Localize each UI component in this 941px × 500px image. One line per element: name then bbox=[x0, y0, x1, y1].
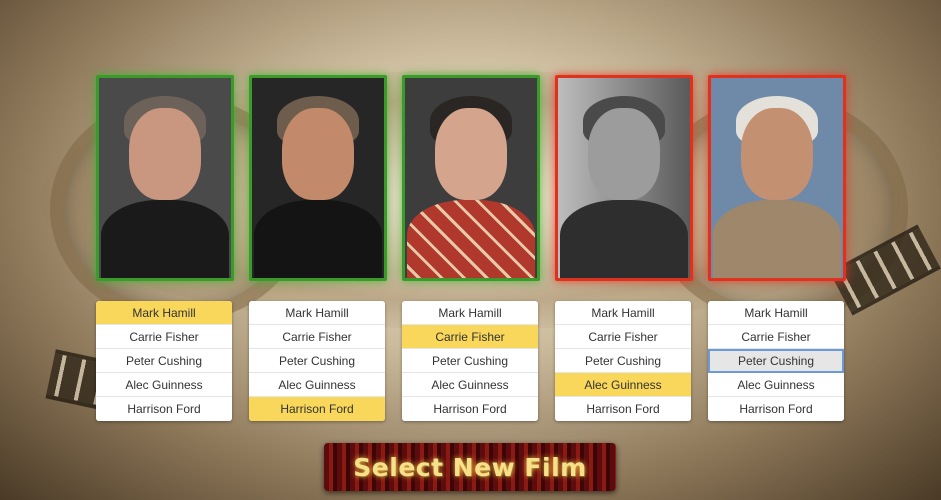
actor-photo bbox=[555, 75, 693, 281]
actor-option[interactable]: Carrie Fisher bbox=[249, 325, 385, 349]
actor-photo bbox=[402, 75, 540, 281]
actor-option[interactable]: Harrison Ford bbox=[402, 397, 538, 421]
actor-option[interactable]: Harrison Ford bbox=[708, 397, 844, 421]
select-new-film-button[interactable]: Select New Film bbox=[324, 443, 616, 491]
actor-card: Mark Hamill Carrie Fisher Peter Cushing … bbox=[96, 75, 234, 421]
actor-option[interactable]: Mark Hamill bbox=[96, 301, 232, 325]
actor-option[interactable]: Alec Guinness bbox=[555, 373, 691, 397]
actor-options-list: Mark Hamill Carrie Fisher Peter Cushing … bbox=[555, 301, 691, 421]
actor-option[interactable]: Peter Cushing bbox=[249, 349, 385, 373]
actor-option[interactable]: Alec Guinness bbox=[402, 373, 538, 397]
actor-option[interactable]: Carrie Fisher bbox=[708, 325, 844, 349]
actor-option[interactable]: Peter Cushing bbox=[555, 349, 691, 373]
actor-option[interactable]: Mark Hamill bbox=[708, 301, 844, 325]
actor-card: Mark Hamill Carrie Fisher Peter Cushing … bbox=[555, 75, 693, 421]
actor-option[interactable]: Alec Guinness bbox=[96, 373, 232, 397]
actor-card: Mark Hamill Carrie Fisher Peter Cushing … bbox=[708, 75, 846, 421]
actor-cards: Mark Hamill Carrie Fisher Peter Cushing … bbox=[96, 75, 856, 435]
actor-photo bbox=[96, 75, 234, 281]
actor-option[interactable]: Peter Cushing bbox=[402, 349, 538, 373]
actor-option[interactable]: Mark Hamill bbox=[555, 301, 691, 325]
actor-option[interactable]: Harrison Ford bbox=[96, 397, 232, 421]
actor-photo bbox=[249, 75, 387, 281]
actor-option[interactable]: Harrison Ford bbox=[249, 397, 385, 421]
actor-option[interactable]: Carrie Fisher bbox=[96, 325, 232, 349]
actor-option[interactable]: Alec Guinness bbox=[249, 373, 385, 397]
actor-option[interactable]: Peter Cushing bbox=[708, 349, 844, 373]
actor-options-list: Mark Hamill Carrie Fisher Peter Cushing … bbox=[708, 301, 844, 421]
actor-option[interactable]: Mark Hamill bbox=[402, 301, 538, 325]
actor-option[interactable]: Mark Hamill bbox=[249, 301, 385, 325]
actor-options-list: Mark Hamill Carrie Fisher Peter Cushing … bbox=[96, 301, 232, 421]
actor-option[interactable]: Harrison Ford bbox=[555, 397, 691, 421]
actor-card: Mark Hamill Carrie Fisher Peter Cushing … bbox=[402, 75, 540, 421]
select-new-film-label: Select New Film bbox=[353, 452, 587, 482]
actor-card: Mark Hamill Carrie Fisher Peter Cushing … bbox=[249, 75, 387, 421]
actor-photo bbox=[708, 75, 846, 281]
actor-option[interactable]: Carrie Fisher bbox=[402, 325, 538, 349]
actor-options-list: Mark Hamill Carrie Fisher Peter Cushing … bbox=[402, 301, 538, 421]
actor-options-list: Mark Hamill Carrie Fisher Peter Cushing … bbox=[249, 301, 385, 421]
actor-option[interactable]: Peter Cushing bbox=[96, 349, 232, 373]
actor-option[interactable]: Alec Guinness bbox=[708, 373, 844, 397]
actor-option[interactable]: Carrie Fisher bbox=[555, 325, 691, 349]
